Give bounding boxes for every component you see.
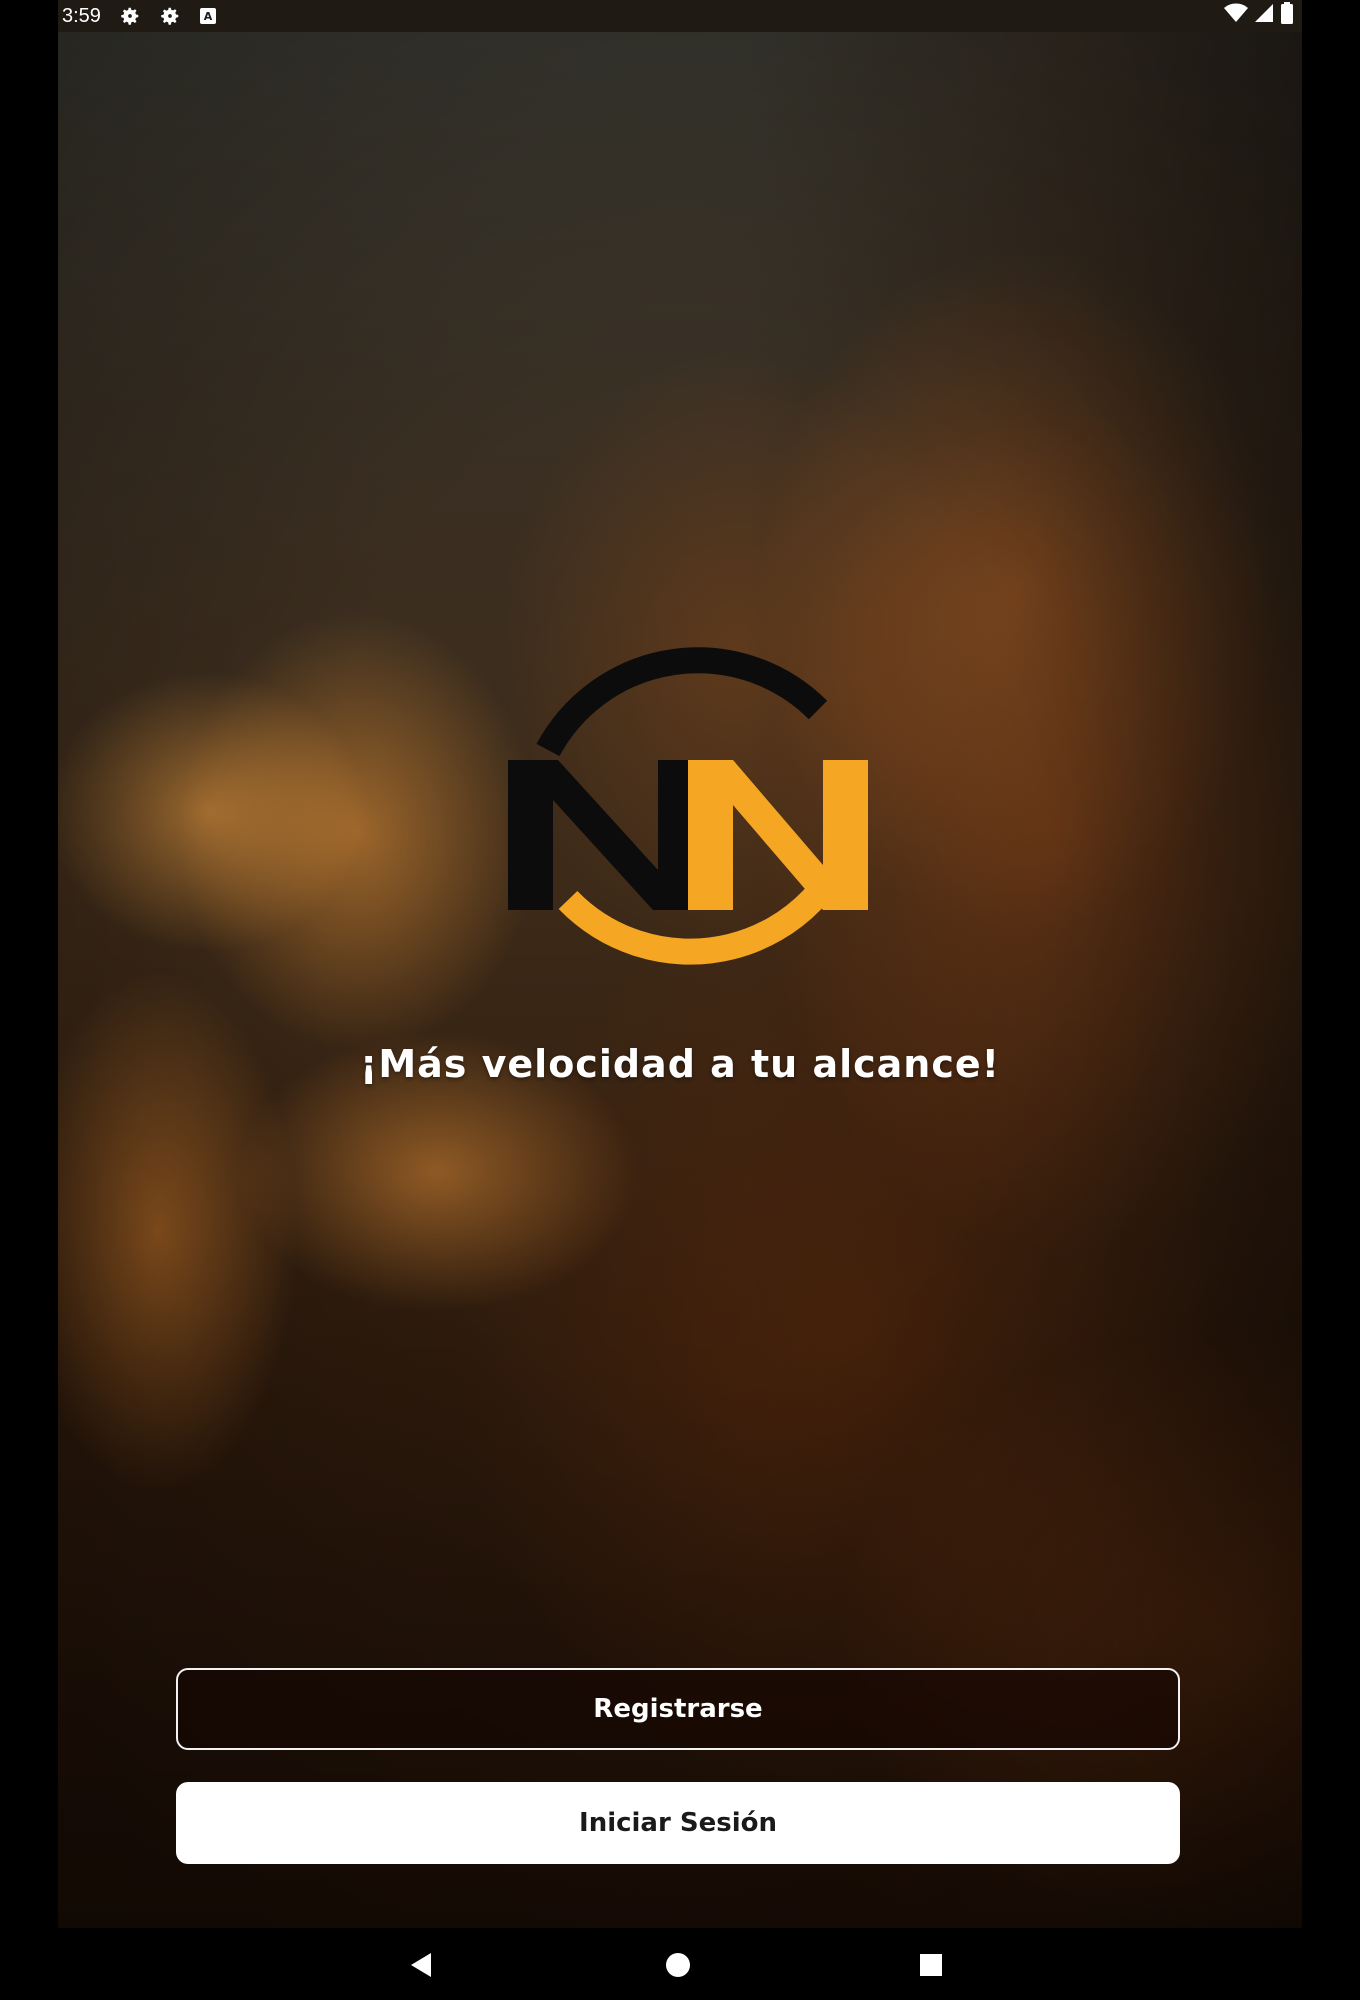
login-button[interactable]: Iniciar Sesión <box>176 1782 1180 1864</box>
device-frame: 3:59 A ¡Más velocidad a tu alcance! Regi… <box>0 0 1360 2000</box>
brand-logo <box>488 610 908 1010</box>
system-nav-bar <box>58 1928 1302 2000</box>
welcome-screen: ¡Más velocidad a tu alcance! Registrarse… <box>58 32 1302 1928</box>
signal-icon <box>1254 3 1274 29</box>
svg-text:A: A <box>204 10 213 23</box>
notification-icon: A <box>199 7 217 25</box>
status-bar: 3:59 A <box>58 0 1302 32</box>
settings-icon <box>159 5 181 27</box>
tagline: ¡Más velocidad a tu alcance! <box>360 1042 1000 1086</box>
recents-icon[interactable] <box>916 1950 946 1980</box>
battery-icon <box>1280 2 1294 30</box>
settings-icon <box>119 5 141 27</box>
register-button[interactable]: Registrarse <box>176 1668 1180 1750</box>
home-icon[interactable] <box>663 1950 693 1980</box>
status-right-icons <box>1224 2 1294 30</box>
back-icon[interactable] <box>406 1950 436 1980</box>
wifi-icon <box>1224 3 1248 29</box>
status-time: 3:59 <box>62 4 101 27</box>
